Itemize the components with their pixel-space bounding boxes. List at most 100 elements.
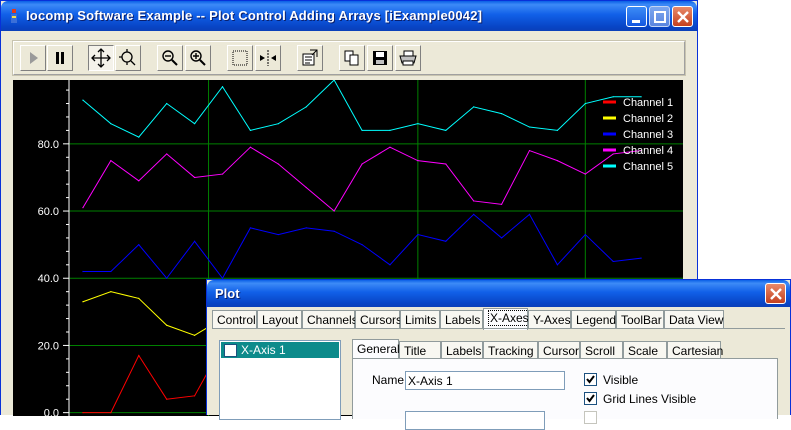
series-line-channel-5: [82, 80, 642, 138]
data-point-channel-1: [193, 395, 196, 397]
dialog-title-bar[interactable]: Plot: [207, 280, 790, 307]
zoom-out-icon: [162, 50, 178, 66]
tab-label: Legend: [576, 313, 617, 327]
subtab-cartesian[interactable]: Cartesian: [667, 341, 723, 359]
axis-listbox[interactable]: X-Axis 1: [219, 340, 341, 420]
checkmark-icon: [586, 394, 595, 403]
save-button[interactable]: [367, 45, 393, 71]
title-bar[interactable]: Iocomp Software Example -- Plot Control …: [1, 1, 697, 31]
tab-channels[interactable]: Channels: [302, 310, 358, 329]
copy-icon: [344, 50, 359, 66]
data-point-channel-5: [82, 99, 84, 101]
data-point-channel-1: [110, 412, 112, 414]
minimize-button[interactable]: [626, 6, 647, 27]
pan-button[interactable]: [88, 45, 114, 71]
data-point-channel-3: [305, 227, 307, 229]
play-icon: [30, 52, 38, 64]
legend-label-channel-2: Channel 2: [623, 113, 673, 125]
y-tick-label: 60.0: [38, 206, 59, 218]
data-point-channel-4: [389, 146, 391, 148]
tab-layout[interactable]: Layout: [257, 310, 302, 329]
data-point-channel-1: [138, 354, 140, 357]
data-point-channel-4: [584, 173, 586, 175]
tab-toolbar[interactable]: ToolBar: [616, 310, 664, 329]
zoom-box-button[interactable]: [115, 45, 141, 71]
subtab-scroll[interactable]: Scroll: [580, 341, 623, 359]
legend-label-channel-5: Channel 5: [623, 161, 673, 173]
data-point-channel-4: [612, 153, 614, 155]
zoom-in-icon: [190, 50, 206, 66]
legend-label-channel-4: Channel 4: [623, 145, 673, 157]
tab-y-axes[interactable]: Y-Axes: [528, 310, 571, 329]
tab-x-axes[interactable]: X-Axes: [483, 308, 531, 330]
checkbox-3[interactable]: [584, 411, 597, 424]
copy-button[interactable]: [339, 45, 365, 71]
data-point-channel-2: [193, 334, 196, 336]
axis-item-checkbox[interactable]: [224, 344, 237, 357]
data-point-channel-2: [110, 291, 112, 293]
data-point-channel-3: [612, 260, 614, 263]
data-point-channel-1: [82, 412, 84, 414]
name-label: Name: [372, 373, 405, 387]
maximize-button[interactable]: [649, 6, 670, 27]
data-point-channel-3: [389, 264, 391, 266]
data-point-channel-4: [193, 176, 196, 179]
data-point-channel-4: [333, 210, 335, 212]
data-point-channel-3: [445, 240, 447, 242]
subtab-cursor[interactable]: Cursor: [538, 341, 580, 359]
edit-button[interactable]: [297, 45, 323, 71]
series-line-channel-3: [82, 213, 642, 280]
tab-label: Y-Axes: [533, 313, 571, 327]
subtab-title[interactable]: Title: [399, 341, 441, 359]
data-point-channel-4: [277, 163, 279, 165]
data-point-channel-4: [361, 163, 363, 165]
data-point-channel-5: [138, 136, 140, 138]
tab-limits[interactable]: Limits: [400, 310, 440, 329]
data-point-channel-4: [445, 163, 447, 165]
tab-data-view[interactable]: Data View: [664, 310, 724, 329]
printer-icon: [399, 50, 417, 66]
cursor-button[interactable]: [255, 45, 281, 71]
name-input[interactable]: [405, 371, 565, 390]
print-button[interactable]: [395, 45, 421, 71]
tab-label: Data View: [669, 313, 724, 327]
data-point-channel-2: [82, 301, 84, 303]
data-point-channel-4: [556, 160, 559, 162]
data-point-channel-4: [500, 203, 503, 205]
data-point-channel-5: [389, 129, 391, 131]
data-point-channel-3: [333, 230, 335, 232]
resume-button[interactable]: [20, 45, 46, 71]
axis-list-item[interactable]: X-Axis 1: [221, 342, 339, 358]
data-point-channel-3: [277, 233, 279, 236]
data-point-channel-3: [138, 244, 140, 246]
zoom-out-button[interactable]: [157, 45, 183, 71]
dialog-close-button[interactable]: [765, 283, 786, 304]
subtab-labels[interactable]: Labels: [441, 341, 483, 359]
data-point-channel-5: [221, 86, 224, 88]
select-box-icon: [232, 50, 248, 66]
tab-cursors[interactable]: Cursors: [355, 310, 402, 329]
data-point-channel-3: [361, 244, 363, 246]
tab-control[interactable]: Control: [212, 310, 257, 329]
zoom-in-button[interactable]: [185, 45, 211, 71]
close-button[interactable]: [672, 6, 693, 27]
y-tick-label: 80.0: [38, 139, 59, 151]
visible-checkbox[interactable]: [584, 373, 597, 386]
pause-button[interactable]: [47, 45, 73, 71]
tab-legend[interactable]: Legend: [571, 310, 616, 329]
data-point-channel-5: [361, 129, 363, 131]
subtab-tracking[interactable]: Tracking: [483, 341, 538, 359]
grid-lines-checkbox[interactable]: [584, 392, 597, 405]
data-point-channel-5: [249, 129, 252, 131]
subtab-general[interactable]: General: [352, 339, 400, 360]
data-point-channel-5: [473, 106, 475, 108]
axis-field-2[interactable]: [405, 411, 545, 430]
tab-labels[interactable]: Labels: [440, 310, 483, 329]
data-point-channel-5: [166, 102, 168, 105]
data-point-channel-3: [110, 270, 112, 273]
select-button[interactable]: [227, 45, 253, 71]
data-point-channel-3: [473, 213, 475, 215]
subtab-scale[interactable]: Scale: [623, 341, 667, 359]
data-point-channel-5: [584, 102, 586, 105]
data-point-channel-3: [417, 233, 419, 236]
